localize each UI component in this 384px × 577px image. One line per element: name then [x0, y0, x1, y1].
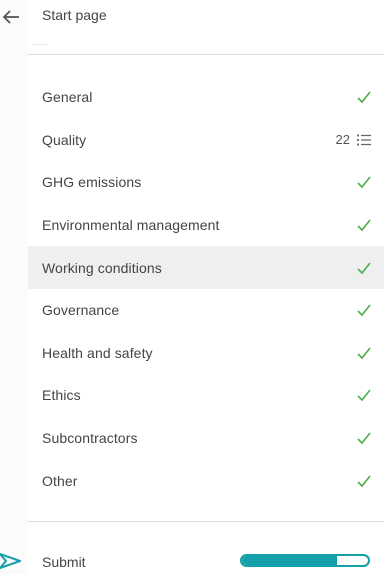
menu-item-governance[interactable]: Governance	[28, 289, 384, 332]
completion-progress-bar	[240, 554, 370, 567]
menu-item-label: Subcontractors	[42, 430, 138, 447]
menu-item-other[interactable]: Other	[28, 459, 384, 502]
status-indicator	[356, 261, 372, 275]
top-bar: Start page	[0, 0, 384, 40]
status-indicator	[356, 474, 372, 488]
check-icon	[357, 304, 371, 317]
menu-item-label: Health and safety	[42, 344, 153, 361]
menu-bottom-divider	[28, 521, 384, 522]
submit-button[interactable]: Submit	[0, 548, 384, 574]
menu-top-divider	[28, 54, 384, 55]
menu-item-working-conditions[interactable]: Working conditions	[28, 246, 384, 289]
check-icon	[357, 262, 371, 274]
separator-line	[32, 44, 48, 45]
start-page-link[interactable]: Start page	[42, 7, 107, 23]
menu-item-ethics[interactable]: Ethics	[28, 374, 384, 417]
menu-item-environmental-management[interactable]: Environmental management	[28, 204, 384, 247]
menu-item-label: Working conditions	[42, 259, 162, 276]
menu-item-label: Other	[42, 472, 78, 489]
check-icon	[357, 176, 371, 189]
status-indicator	[356, 303, 372, 317]
check-icon	[357, 475, 371, 487]
send-arrow-icon	[0, 550, 24, 572]
check-icon	[357, 91, 371, 104]
menu-item-subcontractors[interactable]: Subcontractors	[28, 417, 384, 460]
check-icon	[357, 389, 371, 402]
progress-fill	[242, 556, 337, 565]
status-indicator	[356, 346, 372, 360]
left-rail	[0, 0, 28, 574]
menu-item-health-and-safety[interactable]: Health and safety	[28, 332, 384, 375]
menu-item-label: GHG emissions	[42, 174, 142, 191]
status-indicator	[356, 388, 372, 402]
menu-item-quality[interactable]: Quality 22	[28, 119, 384, 162]
menu-item-label: Quality	[42, 131, 87, 148]
open-count: 22	[335, 132, 350, 148]
check-icon	[357, 432, 371, 445]
check-icon	[357, 347, 371, 360]
check-icon	[357, 219, 371, 232]
menu-item-label: Governance	[42, 302, 120, 319]
status-indicator: 22	[336, 132, 372, 147]
menu-item-label: General	[42, 89, 93, 106]
status-indicator	[356, 90, 372, 104]
status-indicator	[356, 218, 372, 232]
status-indicator	[356, 431, 372, 445]
menu-item-label: Ethics	[42, 387, 81, 404]
arrow-left-icon[interactable]	[0, 6, 24, 28]
list-icon	[356, 134, 371, 146]
submit-label: Submit	[42, 554, 86, 570]
menu-item-general[interactable]: General	[28, 76, 384, 119]
menu-item-label: Environmental management	[42, 217, 220, 234]
menu-item-ghg-emissions[interactable]: GHG emissions	[28, 161, 384, 204]
status-indicator	[356, 175, 372, 189]
section-menu: General Quality 22 GHG emissions Environ…	[28, 76, 384, 502]
